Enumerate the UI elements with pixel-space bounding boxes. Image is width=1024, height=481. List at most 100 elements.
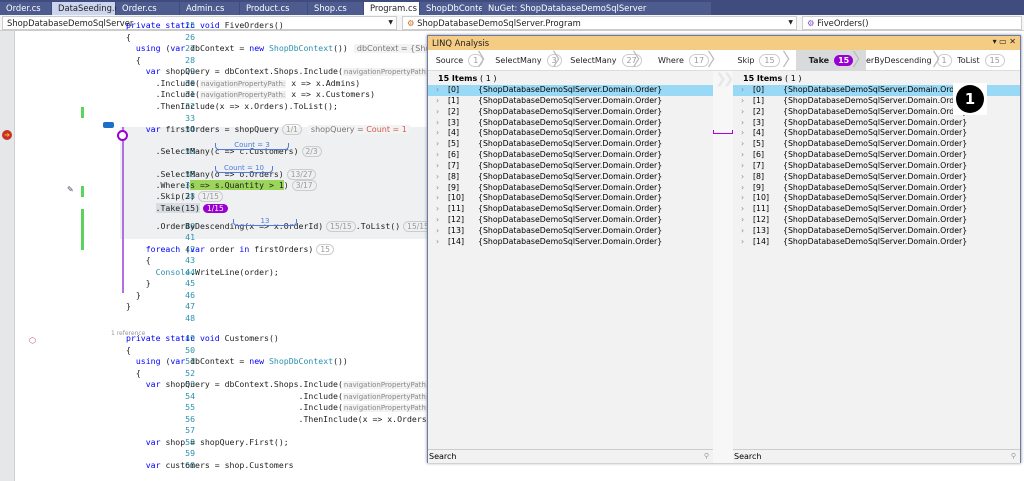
chevron-right-icon[interactable]: ›	[436, 204, 439, 215]
chevron-right-icon[interactable]: ›	[436, 128, 439, 139]
tab-dataseeding-cs[interactable]: DataSeeding.cs⊸✕	[52, 2, 149, 15]
count-badge[interactable]: 1/15	[198, 191, 223, 202]
right-items-list[interactable]: 15 Items ( 1 ) › [0] {ShopDatabaseDemoSqlS…	[733, 71, 1020, 451]
list-item[interactable]: › [5] {ShopDatabaseDemoSqlServer.Domain.Or…	[428, 139, 713, 150]
step-source[interactable]: Source 1 〉	[428, 50, 495, 71]
list-item[interactable]: › [1] {ShopDatabaseDemoSqlServer.Domain.Or…	[428, 96, 713, 107]
chevron-right-icon[interactable]: ›	[436, 172, 439, 183]
step-selectmany[interactable]: SelectMany 27 〉	[566, 50, 650, 71]
list-item[interactable]: › [7] {ShopDatabaseDemoSqlServer.Domain.Or…	[733, 161, 1020, 172]
left-search-input[interactable]: Search ⚲	[428, 449, 713, 463]
left-items-list[interactable]: 15 Items ( 1 ) › [0] {ShopDatabaseDemoSqlS…	[428, 71, 713, 451]
chevron-right-icon[interactable]: ›	[741, 226, 744, 237]
code-line: .Include(navigationPropertyPath: x => x.…	[126, 89, 375, 101]
list-item[interactable]: › [6] {ShopDatabaseDemoSqlServer.Domain.Or…	[733, 150, 1020, 161]
list-item[interactable]: › [0] {ShopDatabaseDemoSqlServer.Domain.Or…	[428, 85, 713, 96]
count-badge[interactable]: 1/15	[202, 204, 228, 213]
list-item[interactable]: › [7] {ShopDatabaseDemoSqlServer.Domain.Or…	[428, 161, 713, 172]
step-take[interactable]: Take 15 〉	[796, 50, 870, 71]
list-item[interactable]: › [11] {ShopDatabaseDemoSqlServer.Domain.O…	[733, 204, 1020, 215]
chevron-right-icon[interactable]: ›	[436, 85, 439, 96]
list-item[interactable]: › [10] {ShopDatabaseDemoSqlServer.Domain.O…	[428, 193, 713, 204]
chevron-right-icon[interactable]: ›	[741, 85, 744, 96]
list-item[interactable]: › [9] {ShopDatabaseDemoSqlServer.Domain.Or…	[733, 183, 1020, 194]
chevron-right-icon[interactable]: ›	[741, 118, 744, 129]
list-item[interactable]: › [5] {ShopDatabaseDemoSqlServer.Domain.Or…	[733, 139, 1020, 150]
panel-title: LINQ Analysis	[432, 38, 490, 48]
linq-analysis-panel: LINQ Analysis ▾ ▭ ✕ Source 1 〉 SelectMany 3 〉 S…	[427, 35, 1021, 463]
chevron-right-icon[interactable]: ›	[436, 118, 439, 129]
chevron-right-icon[interactable]: ›	[741, 183, 744, 194]
list-item[interactable]: › [12] {ShopDatabaseDemoSqlServer.Domain.O…	[733, 215, 1020, 226]
chevron-right-icon[interactable]: ›	[741, 150, 744, 161]
code-token: ShopDbContext	[268, 356, 334, 366]
breakpoint-margin[interactable]: ➜	[0, 31, 15, 481]
code-token: }	[126, 301, 131, 311]
step-tolist[interactable]: ToList 15	[946, 50, 1016, 71]
chevron-right-icon[interactable]: ›	[741, 161, 744, 172]
list-item[interactable]: › [4] {ShopDatabaseDemoSqlServer.Domain.Or…	[733, 128, 1020, 139]
item-value: {ShopDatabaseDemoSqlServer.Domain.Order}	[783, 204, 968, 214]
count-annotation: Count = 3	[215, 142, 289, 150]
chevron-right-icon[interactable]: ›	[741, 193, 744, 204]
step-selectmany[interactable]: SelectMany 3 〉	[491, 50, 570, 71]
chevron-right-icon[interactable]: ›	[741, 204, 744, 215]
chevron-right-icon[interactable]: ›	[436, 237, 439, 248]
list-item[interactable]: › [9] {ShopDatabaseDemoSqlServer.Domain.Or…	[428, 183, 713, 194]
list-item[interactable]: › [13] {ShopDatabaseDemoSqlServer.Domain.O…	[428, 226, 713, 237]
chevron-right-icon[interactable]: ›	[741, 139, 744, 150]
chevron-right-icon[interactable]: ›	[741, 237, 744, 248]
step-erbydescending[interactable]: erByDescending 1 〉	[866, 50, 952, 71]
window-controls[interactable]: ▾ ▭ ✕	[993, 37, 1016, 46]
chevron-right-icon[interactable]: ›	[741, 96, 744, 107]
chevron-right-icon[interactable]: ›	[436, 215, 439, 226]
count-badge[interactable]: 15/15	[326, 221, 356, 232]
chevron-right-icon[interactable]: ›	[436, 193, 439, 204]
chevron-right-icon[interactable]: ›	[436, 183, 439, 194]
step-where[interactable]: Where 17 〉	[646, 50, 725, 71]
list-item[interactable]: › [10] {ShopDatabaseDemoSqlServer.Domain.O…	[733, 193, 1020, 204]
chevron-right-icon[interactable]: ›	[436, 139, 439, 150]
list-item[interactable]: › [4] {ShopDatabaseDemoSqlServer.Domain.Or…	[428, 128, 713, 139]
chevron-right-icon[interactable]: ›	[741, 128, 744, 139]
count-badge[interactable]: 1/1	[281, 124, 302, 135]
count-badge[interactable]: 15	[316, 244, 334, 255]
count-badge[interactable]: 3/17	[291, 180, 317, 191]
list-item[interactable]: › [2] {ShopDatabaseDemoSqlServer.Domain.Or…	[428, 107, 713, 118]
tab-shop-cs[interactable]: Shop.cs	[308, 2, 364, 15]
list-item[interactable]: › [14] {ShopDatabaseDemoSqlServer.Domain.O…	[733, 237, 1020, 248]
tab-product-cs[interactable]: Product.cs	[240, 2, 308, 15]
tab-order-cs[interactable]: Order.cs	[116, 2, 180, 15]
list-item[interactable]: › [12] {ShopDatabaseDemoSqlServer.Domain.O…	[428, 215, 713, 226]
step-skip[interactable]: Skip 15 〉	[721, 50, 800, 71]
chevron-right-icon[interactable]: ›	[741, 215, 744, 226]
count-badge[interactable]: 2/3	[301, 146, 322, 157]
tab-nuget-shopdatabasedemosqlserver[interactable]: NuGet: ShopDatabaseDemoSqlServer	[482, 2, 712, 15]
member-dropdown[interactable]: ⚙ FiveOrders()	[802, 16, 1022, 30]
list-item[interactable]: › [6] {ShopDatabaseDemoSqlServer.Domain.Or…	[428, 150, 713, 161]
chevron-right-icon[interactable]: ›	[741, 107, 744, 118]
chevron-right-icon[interactable]: ›	[436, 150, 439, 161]
list-item[interactable]: › [3] {ShopDatabaseDemoSqlServer.Domain.Or…	[733, 118, 1020, 129]
datatip[interactable]: shopQuery = Count = 1	[307, 125, 410, 134]
chevron-right-icon[interactable]: ›	[436, 226, 439, 237]
tab-order-cs[interactable]: Order.cs	[0, 2, 52, 15]
list-item[interactable]: › [11] {ShopDatabaseDemoSqlServer.Domain.O…	[428, 204, 713, 215]
tab-admin-cs[interactable]: Admin.cs	[180, 2, 240, 15]
list-item[interactable]: › [8] {ShopDatabaseDemoSqlServer.Domain.Or…	[428, 172, 713, 183]
parameter-hint: navigationPropertyPath:	[342, 68, 430, 76]
list-item[interactable]: › [3] {ShopDatabaseDemoSqlServer.Domain.Or…	[428, 118, 713, 129]
right-search-input[interactable]: Search ⚲	[733, 449, 1020, 463]
tab-shopdbcontext-cs[interactable]: ShopDbContext.cs	[420, 2, 503, 15]
code-line: }	[126, 301, 131, 312]
chevron-right-icon[interactable]: ›	[436, 107, 439, 118]
list-item[interactable]: › [13] {ShopDatabaseDemoSqlServer.Domain.O…	[733, 226, 1020, 237]
list-item[interactable]: › [8] {ShopDatabaseDemoSqlServer.Domain.Or…	[733, 172, 1020, 183]
chevron-right-icon[interactable]: ›	[741, 172, 744, 183]
count-badge[interactable]: 13/27	[286, 169, 317, 180]
list-item[interactable]: › [14] {ShopDatabaseDemoSqlServer.Domain.O…	[428, 237, 713, 248]
chevron-right-icon[interactable]: ›	[436, 161, 439, 172]
chevron-right-icon[interactable]: ›	[436, 96, 439, 107]
tab-program-cs[interactable]: Program.cs⊸✕	[364, 2, 442, 15]
class-dropdown[interactable]: ⚙ ShopDatabaseDemoSqlServer.Program ▼	[402, 16, 797, 30]
